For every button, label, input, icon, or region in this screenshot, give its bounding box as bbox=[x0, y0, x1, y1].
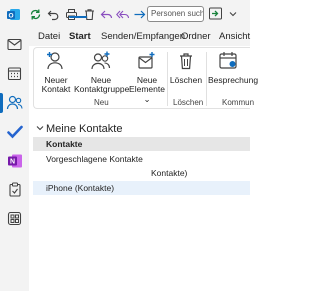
group-label-kommunizieren: Kommun bbox=[222, 98, 255, 107]
new-items-label-1: Neue bbox=[136, 74, 158, 85]
meeting-label: Besprechung bbox=[208, 74, 259, 85]
mail-icon[interactable] bbox=[6, 36, 23, 53]
calendar-icon[interactable] bbox=[6, 65, 23, 82]
tab-ansicht[interactable]: Ansicht bbox=[219, 31, 250, 42]
new-contact-group-icon bbox=[74, 51, 128, 74]
new-items-icon bbox=[127, 51, 167, 74]
group-label-neu: Neu bbox=[94, 98, 109, 107]
folder-item-label: Kontakte bbox=[46, 139, 83, 149]
ribbon-separator bbox=[206, 52, 207, 106]
outlook-logo-icon: O bbox=[6, 7, 21, 22]
reply-all-icon[interactable] bbox=[115, 6, 131, 22]
new-items-button[interactable]: Neue Elemente ⌄ bbox=[127, 51, 167, 104]
folder-item-label: iPhone (Kontakte) bbox=[46, 183, 115, 193]
folder-item-kontakte-account[interactable]: Kontakte) bbox=[33, 166, 250, 180]
delete-label: Löschen bbox=[169, 74, 203, 85]
sync-icon[interactable] bbox=[27, 6, 43, 22]
people-icon[interactable] bbox=[6, 94, 23, 111]
new-items-label-2: Elemente ⌄ bbox=[129, 84, 165, 104]
group-label-loeschen: Löschen bbox=[173, 98, 204, 107]
trash-icon bbox=[168, 51, 204, 74]
folder-item-kontakte[interactable]: Kontakte bbox=[33, 137, 250, 151]
tab-datei[interactable]: Datei bbox=[38, 31, 60, 42]
ribbon-tabs: Datei Start Senden/Empfangen Ordner Ansi… bbox=[29, 28, 250, 46]
folder-item-vorgeschlagene-kontakte[interactable]: Vorgeschlagene Kontakte bbox=[33, 152, 250, 166]
folder-pane: Meine Kontakte Kontakte Vorgeschlagene K… bbox=[33, 114, 250, 291]
meeting-button[interactable]: Besprechung bbox=[208, 51, 258, 85]
folder-item-label: Kontakte) bbox=[151, 168, 188, 178]
reply-icon[interactable] bbox=[98, 6, 114, 22]
active-tab-indicator bbox=[69, 16, 87, 18]
chevron-down-icon bbox=[36, 123, 46, 135]
new-contact-group-label-1: Neue bbox=[90, 74, 112, 85]
print-icon[interactable] bbox=[63, 6, 79, 22]
new-contact-label-2: Kontakt bbox=[41, 84, 71, 94]
rail-selection-indicator bbox=[0, 93, 3, 113]
tab-start[interactable]: Start bbox=[69, 31, 91, 42]
clipboard-icon[interactable] bbox=[6, 181, 23, 198]
navigation-rail: N bbox=[0, 28, 29, 291]
more-commands-icon[interactable] bbox=[228, 6, 240, 22]
new-contact-group-label-2: Kontaktgruppe bbox=[74, 84, 130, 94]
people-search-input[interactable]: Personen suchen bbox=[147, 6, 204, 22]
forward-icon[interactable] bbox=[131, 6, 147, 22]
folder-item-label: Vorgeschlagene Kontakte bbox=[46, 154, 143, 164]
new-contact-label-1: Neuer bbox=[44, 74, 68, 85]
new-contact-icon bbox=[38, 51, 74, 74]
new-contact-button[interactable]: Neuer Kontakt bbox=[38, 51, 74, 95]
onenote-icon[interactable]: N bbox=[6, 152, 23, 169]
tab-ordner[interactable]: Ordner bbox=[181, 31, 211, 42]
tab-senden-empfangen[interactable]: Senden/Empfangen bbox=[101, 31, 185, 42]
svg-text:O: O bbox=[8, 13, 13, 20]
apps-icon[interactable] bbox=[6, 210, 23, 227]
quick-access-toolbar: O Personen suchen bbox=[0, 0, 250, 28]
svg-text:N: N bbox=[9, 158, 14, 165]
delete-button[interactable]: Löschen bbox=[168, 51, 204, 85]
undo-icon[interactable] bbox=[45, 6, 61, 22]
address-book-icon[interactable] bbox=[208, 6, 224, 22]
folder-item-iphone-kontakte[interactable]: iPhone (Kontakte) bbox=[33, 181, 250, 195]
ribbon: Neuer Kontakt Neue Kontaktgruppe Neue El… bbox=[33, 47, 258, 109]
my-contacts-header[interactable]: Meine Kontakte bbox=[36, 123, 122, 135]
todo-icon[interactable] bbox=[6, 123, 23, 140]
my-contacts-title: Meine Kontakte bbox=[46, 123, 123, 135]
new-contact-group-button[interactable]: Neue Kontaktgruppe bbox=[74, 51, 130, 95]
meeting-icon bbox=[218, 51, 258, 74]
delete-icon[interactable] bbox=[81, 6, 97, 22]
